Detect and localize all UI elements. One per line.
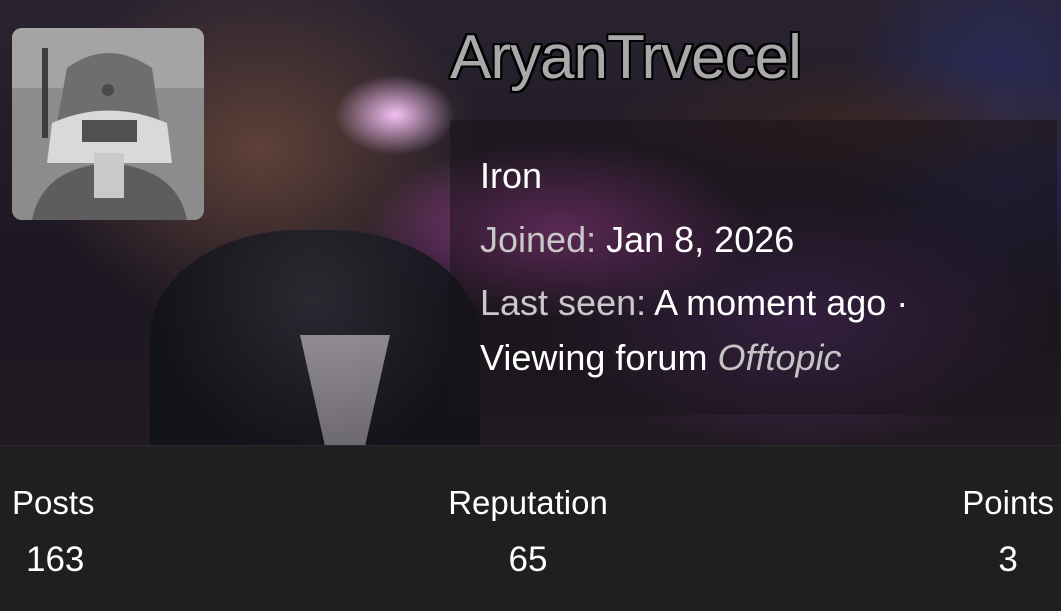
stat-reputation-label: Reputation — [448, 484, 608, 521]
stat-posts[interactable]: Posts 163 — [12, 484, 95, 580]
joined-label: Joined: — [480, 219, 597, 260]
stat-posts-value: 163 — [26, 540, 85, 579]
joined-value: Jan 8, 2026 — [606, 219, 795, 260]
stat-points-label: Points — [962, 484, 1054, 521]
last-seen-label: Last seen: — [480, 282, 647, 323]
stat-posts-label: Posts — [12, 484, 95, 521]
stat-reputation-value: 65 — [508, 540, 548, 579]
stat-points[interactable]: Points 3 — [962, 484, 1054, 580]
last-seen-value: A moment ago · — [654, 282, 909, 323]
stat-reputation[interactable]: Reputation 65 — [440, 484, 616, 580]
profile-stats: Posts 163 Reputation 65 Points 3 — [0, 445, 1061, 611]
activity-row: Viewing forum Offtopic — [480, 340, 1027, 376]
stat-points-value: 3 — [998, 540, 1018, 579]
profile-banner: AryanTrvecel Iron Joined: Jan 8, 2026 La… — [0, 0, 1061, 445]
last-seen-row: Last seen: A moment ago · — [480, 285, 1027, 321]
avatar[interactable] — [12, 28, 204, 220]
user-info-box: Iron Joined: Jan 8, 2026 Last seen: A mo… — [450, 120, 1057, 415]
joined-row: Joined: Jan 8, 2026 — [480, 222, 1027, 258]
user-rank: Iron — [480, 155, 543, 196]
activity-text: Viewing forum — [480, 337, 708, 378]
username: AryanTrvecel — [450, 23, 802, 92]
avatar-photo-icon — [12, 28, 204, 220]
activity-forum-link[interactable]: Offtopic — [717, 337, 841, 378]
